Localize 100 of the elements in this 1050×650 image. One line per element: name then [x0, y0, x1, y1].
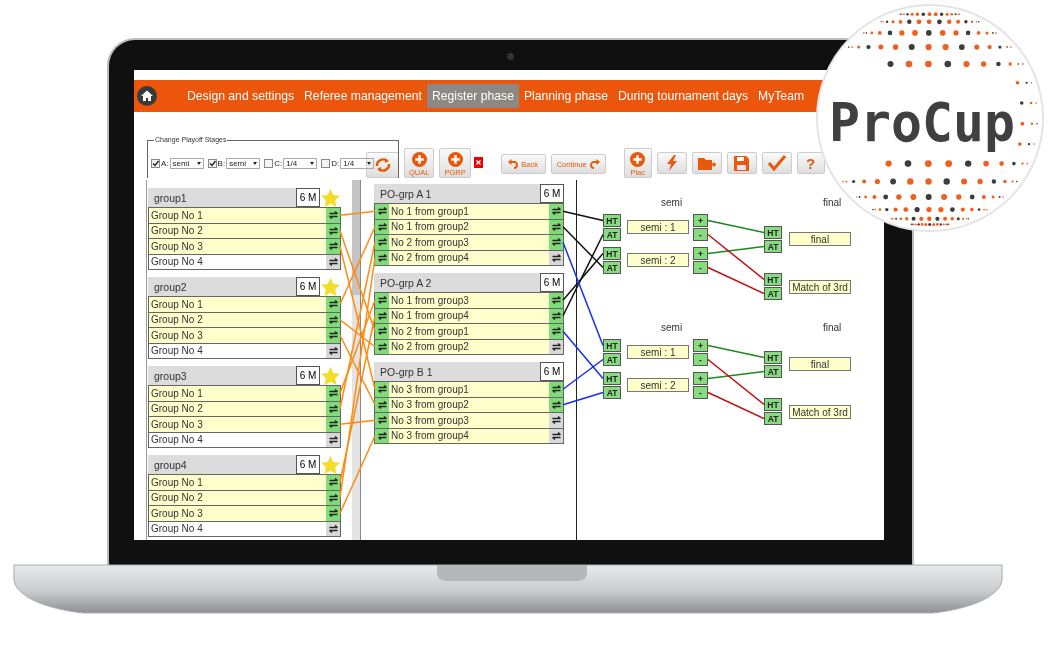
save-button[interactable]: [726, 152, 757, 174]
remove-icon[interactable]: [473, 157, 483, 168]
swap-button[interactable]: [326, 417, 340, 432]
swap-button[interactable]: [549, 293, 563, 308]
match-box[interactable]: Match of 3rd: [789, 405, 851, 419]
refresh-icon: [373, 157, 392, 173]
match-count: 6 M: [540, 362, 564, 381]
nav-tab[interactable]: Design and settings: [182, 84, 300, 108]
stage-select[interactable]: semi: [169, 158, 204, 169]
team-row[interactable]: Group No 1: [149, 297, 340, 313]
match-box[interactable]: final: [789, 232, 851, 246]
swap-button[interactable]: [549, 324, 563, 339]
match-box[interactable]: semi : 2: [627, 253, 689, 267]
lightning-icon: [665, 155, 678, 171]
team-row[interactable]: Group No 3: [149, 239, 340, 255]
home-icon[interactable]: [137, 86, 157, 106]
home-team-slot[interactable]: HT: [603, 372, 621, 385]
loser-slot[interactable]: -: [693, 386, 708, 399]
swap-button[interactable]: [375, 324, 389, 339]
nav-tab[interactable]: During tournament days: [612, 84, 754, 108]
swap-button[interactable]: [549, 382, 563, 397]
team-row[interactable]: Group No 3: [149, 328, 340, 344]
away-team-slot[interactable]: AT: [603, 353, 621, 366]
checkbox[interactable]: [151, 159, 160, 168]
team-row[interactable]: Group No 3: [149, 417, 340, 433]
winner-slot[interactable]: +: [693, 247, 708, 260]
swap-button[interactable]: [375, 293, 389, 308]
away-team-slot[interactable]: AT: [603, 386, 621, 399]
home-team-slot[interactable]: HT: [764, 351, 782, 364]
nav-tab[interactable]: Planning phase: [518, 84, 613, 108]
refresh-button[interactable]: [366, 152, 399, 178]
star-icon[interactable]: [321, 366, 340, 385]
home-team-slot[interactable]: HT: [603, 247, 621, 260]
away-team-slot[interactable]: AT: [764, 287, 782, 300]
winner-slot[interactable]: +: [693, 372, 708, 385]
group-title: group2: [148, 277, 296, 296]
match-box[interactable]: semi : 1: [627, 345, 689, 359]
swap-icon: [328, 315, 338, 324]
away-team-slot[interactable]: AT: [764, 365, 782, 378]
star-icon[interactable]: [321, 188, 340, 207]
check-button[interactable]: [761, 152, 792, 174]
nav-tab[interactable]: Referee management: [299, 84, 427, 108]
stage-select[interactable]: 1/4: [283, 158, 318, 169]
swap-icon: [328, 389, 338, 398]
match-box[interactable]: Match of 3rd: [789, 280, 851, 294]
checkbox[interactable]: [264, 159, 274, 168]
swap-button[interactable]: [549, 413, 563, 428]
team-row[interactable]: Group No 1: [149, 208, 340, 224]
match-box[interactable]: semi : 1: [627, 220, 689, 234]
loser-slot[interactable]: -: [693, 261, 708, 274]
plus-icon: [630, 151, 646, 167]
home-team-slot[interactable]: HT: [603, 339, 621, 352]
slot-row[interactable]: No 3 from group1: [375, 382, 563, 398]
slot-row[interactable]: No 1 from group3: [375, 293, 563, 309]
swap-button[interactable]: [326, 386, 340, 401]
star-icon[interactable]: [321, 277, 340, 296]
star-icon[interactable]: [321, 455, 340, 474]
slot-row[interactable]: No 3 from group3: [375, 413, 563, 429]
nav-tab[interactable]: Register phase: [426, 84, 519, 108]
checkbox[interactable]: [321, 159, 331, 168]
slot-row[interactable]: No 2 from group3: [375, 235, 563, 251]
team-row[interactable]: Group No 1: [149, 386, 340, 402]
winner-slot[interactable]: +: [693, 214, 708, 227]
checkbox[interactable]: [207, 159, 217, 168]
loser-slot[interactable]: -: [693, 228, 708, 241]
swap-button[interactable]: [375, 204, 389, 219]
team-row[interactable]: Group No 3: [149, 506, 340, 522]
match-box[interactable]: semi : 2: [627, 378, 689, 392]
winner-slot[interactable]: +: [693, 339, 708, 352]
loser-slot[interactable]: -: [693, 353, 708, 366]
stage-select[interactable]: semi: [226, 158, 261, 169]
home-team-slot[interactable]: HT: [603, 214, 621, 227]
swap-button[interactable]: [549, 204, 563, 219]
folder-button[interactable]: [691, 152, 722, 174]
swap-button[interactable]: [326, 208, 340, 223]
home-team-slot[interactable]: HT: [764, 226, 782, 239]
away-team-slot[interactable]: AT: [603, 261, 621, 274]
slot-row[interactable]: No 2 from group1: [375, 324, 563, 340]
swap-button[interactable]: [549, 235, 563, 250]
slot-row[interactable]: No 1 from group1: [375, 204, 563, 220]
nav-tab[interactable]: MyTeam: [753, 84, 810, 108]
swap-button[interactable]: [375, 413, 389, 428]
home-team-slot[interactable]: HT: [764, 398, 782, 411]
swap-button[interactable]: [326, 328, 340, 343]
team-row[interactable]: Group No 1: [149, 475, 340, 491]
swap-button[interactable]: [326, 475, 340, 490]
match-box[interactable]: final: [789, 357, 851, 371]
swap-button[interactable]: [375, 382, 389, 397]
swap-icon: [551, 238, 561, 247]
away-team-slot[interactable]: AT: [764, 412, 782, 425]
swap-button[interactable]: [326, 506, 340, 521]
swap-button[interactable]: [375, 235, 389, 250]
playoff-group-title: PO-grp A 1: [374, 184, 540, 203]
bolt-button[interactable]: [656, 152, 687, 174]
swap-button[interactable]: [326, 297, 340, 312]
away-team-slot[interactable]: AT: [603, 228, 621, 241]
home-team-slot[interactable]: HT: [764, 273, 782, 286]
scrollbar[interactable]: [352, 180, 361, 540]
swap-button[interactable]: [326, 239, 340, 254]
away-team-slot[interactable]: AT: [764, 240, 782, 253]
